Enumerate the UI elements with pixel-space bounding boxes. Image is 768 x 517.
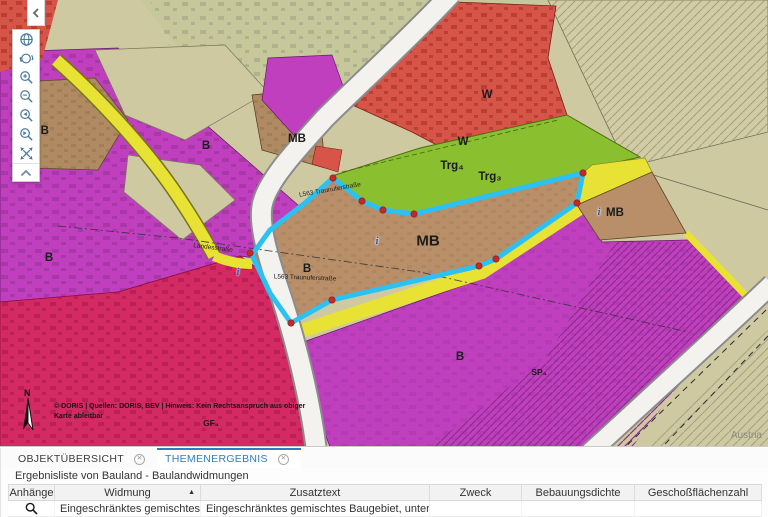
selection-vertex-dot <box>247 250 253 256</box>
doris-map-app: L563 TraunuferstraßeLandesstraßeL563 Tra… <box>0 0 768 517</box>
tab-label: THEMENERGEBNIS <box>165 453 268 465</box>
north-arrow: N <box>20 388 46 436</box>
column-header-zweck[interactable]: Zweck <box>430 485 522 500</box>
column-header-geschossflaechenzahl[interactable]: Geschoßflächenzahl <box>635 485 762 500</box>
results-panel: OBJEKTÜBERSICHT ✕ THEMENERGEBNIS ✕ Ergeb… <box>0 448 768 517</box>
column-header-zusatztext[interactable]: Zusatztext <box>201 485 430 500</box>
panel-tab-bar: OBJEKTÜBERSICHT ✕ THEMENERGEBNIS ✕ <box>1 448 768 468</box>
selection-vertex-dot <box>330 175 336 181</box>
close-tab-icon[interactable]: ✕ <box>278 454 289 465</box>
zoom-in-button[interactable] <box>13 68 39 87</box>
selection-vertex-dot <box>359 198 365 204</box>
reset-view-button[interactable] <box>13 49 39 68</box>
magnifier-icon <box>25 502 38 515</box>
row-zweck-cell <box>430 501 522 516</box>
globe-refresh-icon <box>19 51 34 66</box>
selection-vertex-dot <box>288 320 294 326</box>
map-viewport[interactable]: L563 TraunuferstraßeLandesstraßeL563 Tra… <box>0 0 768 447</box>
column-header-label: Widmung <box>104 487 150 499</box>
next-extent-button[interactable] <box>13 125 39 144</box>
zoom-out-icon <box>19 89 34 104</box>
results-table: Anhänge Widmung ▲ Zusatztext Zweck Bebau… <box>8 484 762 517</box>
close-tab-icon[interactable]: ✕ <box>134 454 145 465</box>
globe-icon <box>19 32 34 47</box>
north-arrow-icon <box>20 396 42 434</box>
full-extent-button[interactable] <box>13 144 39 163</box>
result-list-subtitle: Ergebnisliste von Bauland - Baulandwidmu… <box>1 468 768 484</box>
row-zusatztext-cell: Eingeschränktes gemischtes Baugebiet, un… <box>201 501 430 516</box>
row-geschossflaechenzahl-cell <box>635 501 762 516</box>
row-attachment-cell[interactable] <box>8 501 55 516</box>
chevron-left-icon <box>32 8 40 18</box>
column-header-bebauungsdichte[interactable]: Bebauungsdichte <box>522 485 635 500</box>
previous-extent-button[interactable] <box>13 106 39 125</box>
chevron-up-icon <box>20 169 32 177</box>
zoom-in-icon <box>19 70 34 85</box>
collapse-sidebar-button[interactable] <box>27 0 45 26</box>
overview-map-button[interactable] <box>13 30 39 49</box>
selection-vertex-dot <box>476 263 482 269</box>
zoning-map-canvas <box>0 0 768 447</box>
zoom-next-icon <box>19 127 34 142</box>
selection-vertex-dot <box>580 170 586 176</box>
selection-vertex-dot <box>380 207 386 213</box>
map-toolbar <box>12 29 40 182</box>
sort-ascending-icon: ▲ <box>188 489 195 496</box>
basemap-credit: Austria <box>731 430 762 441</box>
selection-vertex-dot <box>329 297 335 303</box>
table-header-row: Anhänge Widmung ▲ Zusatztext Zweck Bebau… <box>8 484 762 501</box>
row-bebauungsdichte-cell <box>522 501 635 516</box>
selection-vertex-dot <box>574 200 580 206</box>
zoom-out-button[interactable] <box>13 87 39 106</box>
selection-vertex-dot <box>493 256 499 262</box>
selection-vertex-dot <box>411 211 417 217</box>
tab-objektuebersicht[interactable]: OBJEKTÜBERSICHT ✕ <box>10 448 157 468</box>
tab-label: OBJEKTÜBERSICHT <box>18 453 124 465</box>
collapse-toolbar-button[interactable] <box>13 163 39 181</box>
column-header-anhaenge[interactable]: Anhänge <box>8 485 55 500</box>
full-extent-icon <box>19 146 34 161</box>
table-row[interactable]: Eingeschränktes gemischtes Baug... Einge… <box>8 501 762 517</box>
tab-themenergebnis[interactable]: THEMENERGEBNIS ✕ <box>157 448 301 468</box>
row-widmung-cell: Eingeschränktes gemischtes Baug... <box>55 501 201 516</box>
zoom-previous-icon <box>19 108 34 123</box>
map-attribution: © DORIS | Quellen: DORIS, BEV | Hinweis:… <box>54 402 306 422</box>
column-header-widmung[interactable]: Widmung ▲ <box>55 485 201 500</box>
